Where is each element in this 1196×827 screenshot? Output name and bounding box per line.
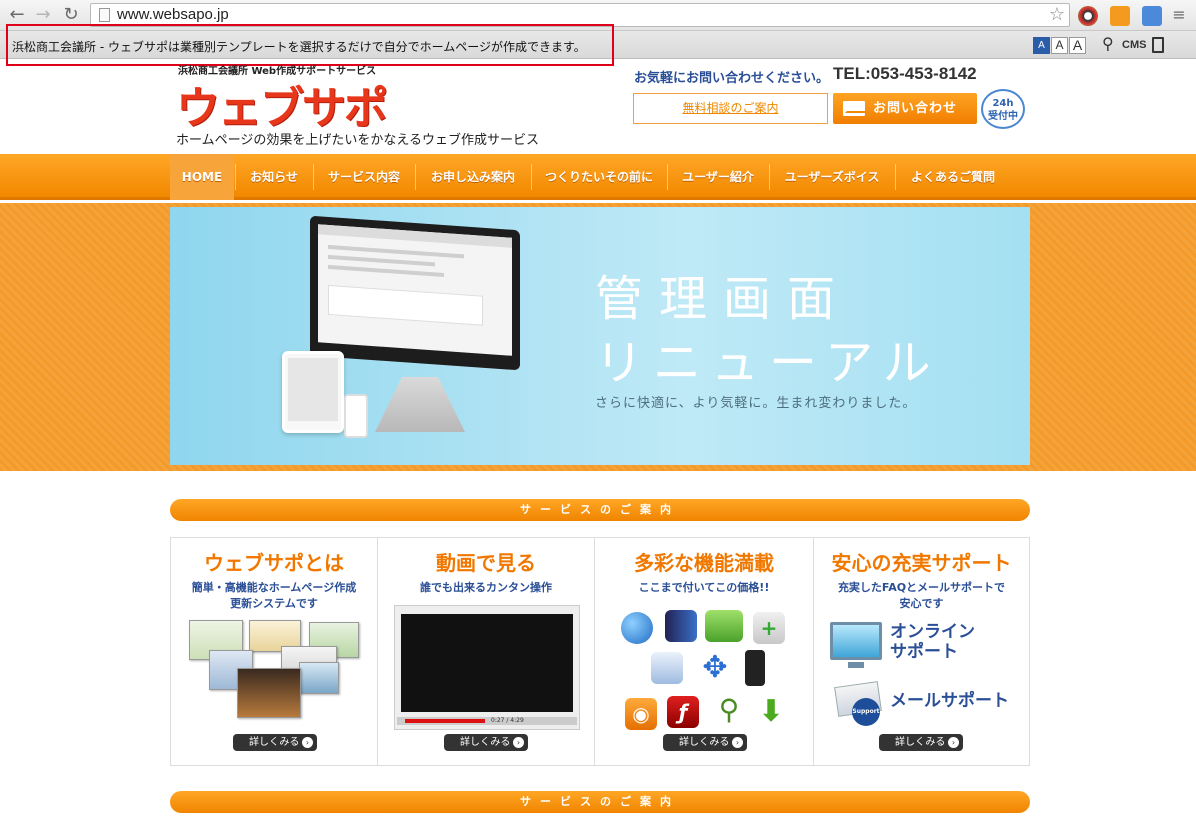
more-button-label: 詳しくみる xyxy=(249,737,300,748)
site-logo[interactable]: ウェブサポ xyxy=(176,72,388,136)
color-picker-extension-icon[interactable] xyxy=(1078,6,1098,26)
site-tagline: ホームページの効果を上げたいをかなえるウェブ作成サービス xyxy=(176,133,539,148)
video-time: 0:27 / 4:29 xyxy=(491,717,524,724)
nav-faq[interactable]: よくあるご質問 xyxy=(896,154,1010,200)
monitor-icon xyxy=(830,622,882,660)
inquiry-button-label: お問い合わせ xyxy=(873,101,958,116)
address-book-icon xyxy=(665,610,697,642)
contact-lead: お気軽にお問い合わせください。 xyxy=(634,71,830,86)
arrow-right-icon: › xyxy=(732,737,743,748)
nav-before-creating[interactable]: つくりたいその前に xyxy=(532,154,666,200)
mail-icon xyxy=(843,101,865,116)
support-badge-icon: Support xyxy=(852,698,880,726)
nav-application[interactable]: お申し込み案内 xyxy=(416,154,530,200)
free-consultation-button[interactable]: 無料相談のご案内 xyxy=(633,93,828,124)
nav-home[interactable]: HOME xyxy=(170,154,234,200)
nav-news[interactable]: お知らせ xyxy=(236,154,312,200)
arrow-right-icon: › xyxy=(948,737,959,748)
search-icon[interactable]: ⚲ xyxy=(1102,34,1114,53)
template-thumbnail xyxy=(299,662,339,694)
arrow-right-icon: › xyxy=(302,737,313,748)
card-more-button[interactable]: 詳しくみる › xyxy=(444,734,528,751)
card-title: 多彩な機能満載 xyxy=(634,551,774,575)
arrow-right-icon: › xyxy=(513,737,524,748)
more-button-label: 詳しくみる xyxy=(460,737,511,748)
monitor-illustration xyxy=(310,215,520,371)
rss-icon: ◉ xyxy=(625,698,657,730)
card-support[interactable]: 安心の充実サポート 充実したFAQとメールサポートで 安心です オンライン サポ… xyxy=(814,538,1029,765)
more-button-label: 詳しくみる xyxy=(679,737,730,748)
card-desc-line1: ここまで付いてこの価格!! xyxy=(638,581,770,594)
badge-24h-line2: 受付中 xyxy=(988,111,1018,122)
hero-subtitle: さらに快適に、より気軽に。生まれ変わりました。 xyxy=(595,396,917,411)
section-banner-services: サービスのご案内 xyxy=(170,499,1030,521)
card-desc-line2: 更新システムです xyxy=(230,597,318,610)
download-arrow-icon: ⬇ xyxy=(758,694,784,729)
card-desc-line1: 簡単・高機能なホームページ作成 xyxy=(191,581,357,594)
menu-icon[interactable]: ≡ xyxy=(1168,4,1190,26)
video-progress[interactable] xyxy=(405,719,485,723)
card-about[interactable]: ウェブサポとは 簡単・高機能なホームページ作成 更新システムです 詳しくみる › xyxy=(171,538,378,765)
service-cards: ウェブサポとは 簡単・高機能なホームページ作成 更新システムです 詳しくみる ›… xyxy=(170,537,1030,766)
24h-badge: 24h 受付中 xyxy=(981,89,1025,129)
card-more-button[interactable]: 詳しくみる › xyxy=(233,734,317,751)
card-title: 動画で見る xyxy=(436,551,536,575)
video-player[interactable]: 0:27 / 4:29 xyxy=(394,605,580,730)
tablet-illustration xyxy=(282,351,344,433)
nav-user-voice[interactable]: ユーザーズボイス xyxy=(770,154,894,200)
nav-users[interactable]: ユーザー紹介 xyxy=(668,154,768,200)
shopping-basket-icon xyxy=(705,610,743,642)
badge-24h-line1: 24h xyxy=(992,98,1014,109)
card-features[interactable]: 多彩な機能満載 ここまで付いてこの価格!! + ✥ ◉ ƒ ⚲ ⬇ 詳しくみる … xyxy=(595,538,814,765)
cms-link[interactable]: CMS xyxy=(1122,39,1146,51)
calendar-extension-icon[interactable] xyxy=(1142,6,1162,26)
phone-number: TEL:053-453-8142 xyxy=(833,64,977,83)
online-support-line1: オンライン xyxy=(890,622,975,642)
more-button-label: 詳しくみる xyxy=(895,737,946,748)
mail-support-label: メールサポート xyxy=(890,691,1009,711)
font-size-small-button[interactable]: A xyxy=(1033,37,1050,54)
card-desc-line2: 安心です xyxy=(899,597,944,610)
phone-illustration xyxy=(344,394,368,438)
page-icon xyxy=(99,8,110,22)
monitor-stand xyxy=(375,377,465,432)
online-support-line2: サポート xyxy=(890,642,958,662)
back-icon[interactable]: ← xyxy=(6,4,28,26)
card-title: ウェブサポとは xyxy=(204,551,344,575)
chart-icon xyxy=(651,652,683,684)
url-text: www.websapo.jp xyxy=(117,6,229,23)
mail-add-icon: + xyxy=(753,612,785,644)
analytics-extension-icon[interactable] xyxy=(1110,6,1130,26)
nav-services[interactable]: サービス内容 xyxy=(314,154,414,200)
globe-icon xyxy=(621,612,653,644)
card-desc-line1: 誰でも出来るカンタン操作 xyxy=(420,581,552,594)
forward-icon[interactable]: → xyxy=(32,4,54,26)
bookmark-star-icon[interactable]: ☆ xyxy=(1049,4,1065,25)
inquiry-button[interactable]: お問い合わせ xyxy=(833,93,977,124)
card-title: 安心の充実サポート xyxy=(831,551,1012,575)
card-more-button[interactable]: 詳しくみる › xyxy=(663,734,747,751)
template-thumbnail xyxy=(237,668,301,718)
reload-icon[interactable]: ↻ xyxy=(60,4,82,26)
logout-door-icon[interactable] xyxy=(1152,37,1164,53)
video-screen[interactable] xyxy=(401,614,573,712)
magnifier-icon: ⚲ xyxy=(718,693,740,726)
section-banner-services-2: サービスのご案内 xyxy=(170,791,1030,813)
hero-title-line1: 管理画面 xyxy=(595,271,852,327)
move-arrows-icon: ✥ xyxy=(702,650,728,685)
font-size-large-button[interactable]: A xyxy=(1069,37,1086,54)
card-video[interactable]: 動画で見る 誰でも出来るカンタン操作 0:27 / 4:29 詳しくみる › xyxy=(378,538,595,765)
main-nav: HOME お知らせ サービス内容 お申し込み案内 つくりたいその前に ユーザー紹… xyxy=(0,154,1196,200)
hero-banner[interactable]: 管理画面 リニューアル さらに快適に、より気軽に。生まれ変わりました。 xyxy=(170,207,1030,465)
hero-title-line2: リニューアル xyxy=(595,335,941,391)
card-desc-line1: 充実したFAQとメールサポートで xyxy=(837,581,1006,594)
font-size-medium-button[interactable]: A xyxy=(1051,37,1068,54)
smartphone-icon xyxy=(745,650,765,686)
highlight-box xyxy=(6,24,614,66)
card-more-button[interactable]: 詳しくみる › xyxy=(879,734,963,751)
flash-icon: ƒ xyxy=(667,696,699,728)
